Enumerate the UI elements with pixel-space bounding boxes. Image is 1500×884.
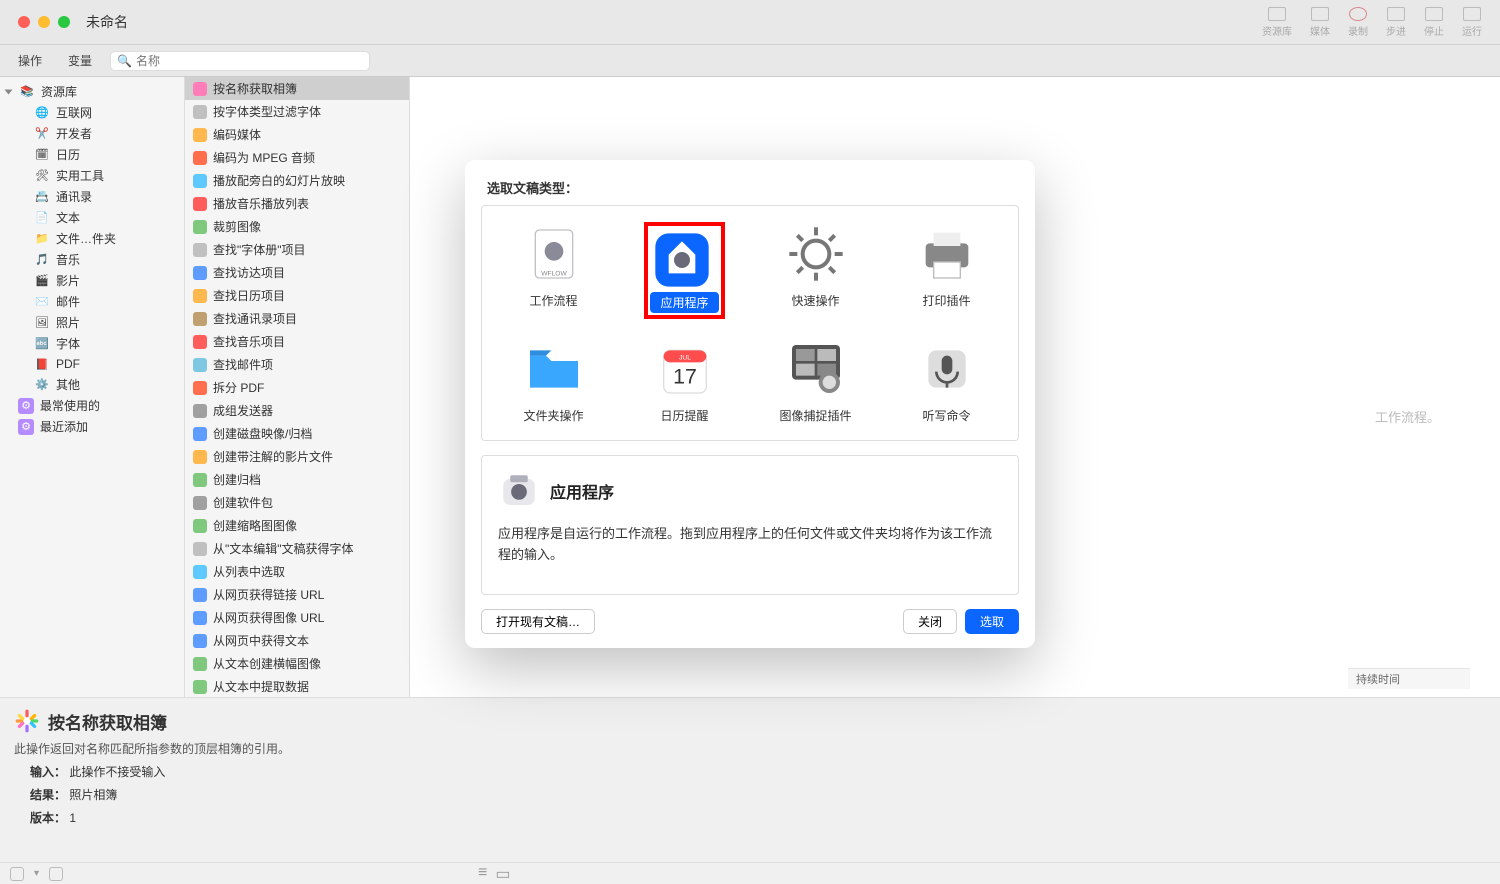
quick-action-icon <box>784 222 848 286</box>
document-type-dialog: 选取文稿类型： WFLOW工作流程应用程序快速操作打印插件文件夹操作JUL17日… <box>465 160 1035 648</box>
folder-action-icon <box>522 337 586 401</box>
doc-type-label: 日历提醒 <box>660 407 708 424</box>
svg-text:17: 17 <box>673 365 697 389</box>
svg-text:JUL: JUL <box>679 355 691 362</box>
doc-type-print-plugin[interactable]: 打印插件 <box>881 216 1012 325</box>
automator-app-icon <box>498 470 540 512</box>
doc-type-label: 快速操作 <box>791 292 839 309</box>
doc-type-label: 工作流程 <box>529 292 577 309</box>
type-description-body: 应用程序是自运行的工作流程。拖到应用程序上的任何文件或文件夹均将作为该工作流程的… <box>498 524 1002 566</box>
calendar-alarm-icon: JUL 17 <box>653 337 717 401</box>
doc-type-label: 打印插件 <box>922 292 970 309</box>
choose-button[interactable]: 选取 <box>965 609 1019 634</box>
doc-type-label: 文件夹操作 <box>523 407 583 424</box>
doc-type-calendar-alarm[interactable]: JUL 17 日历提醒 <box>619 331 750 430</box>
close-button[interactable]: 关闭 <box>903 609 957 634</box>
doc-type-dictation[interactable]: 听写命令 <box>881 331 1012 430</box>
doc-type-workflow[interactable]: WFLOW 工作流程 <box>488 216 619 325</box>
workflow-icon: WFLOW <box>522 222 586 286</box>
print-plugin-icon <box>915 222 979 286</box>
doc-type-image-capture[interactable]: 图像捕捉插件 <box>750 331 881 430</box>
type-grid-container: WFLOW 工作流程 应用程序 快速操作 打印插件文件夹操作 JUL 17 日历提醒 图像捕捉插… <box>481 205 1019 441</box>
doc-type-label: 图像捕捉插件 <box>779 407 851 424</box>
doc-type-quick-action[interactable]: 快速操作 <box>750 216 881 325</box>
image-capture-icon <box>784 337 848 401</box>
dictation-icon <box>915 337 979 401</box>
type-grid: WFLOW 工作流程 应用程序 快速操作 打印插件文件夹操作 JUL 17 日历提醒 图像捕捉插… <box>488 216 1012 430</box>
type-description-title: 应用程序 <box>550 479 614 503</box>
doc-type-label: 应用程序 <box>650 292 718 313</box>
open-existing-button[interactable]: 打开现有文稿… <box>481 609 595 634</box>
doc-type-folder-action[interactable]: 文件夹操作 <box>488 331 619 430</box>
dialog-title: 选取文稿类型： <box>481 178 1019 197</box>
type-description-box: 应用程序 应用程序是自运行的工作流程。拖到应用程序上的任何文件或文件夹均将作为该… <box>481 455 1019 595</box>
doc-type-application[interactable]: 应用程序 <box>619 216 750 325</box>
doc-type-label: 听写命令 <box>922 407 970 424</box>
application-icon <box>650 228 714 292</box>
svg-text:WFLOW: WFLOW <box>541 270 567 277</box>
modal-backdrop: 选取文稿类型： WFLOW工作流程应用程序快速操作打印插件文件夹操作JUL17日… <box>0 0 1500 884</box>
